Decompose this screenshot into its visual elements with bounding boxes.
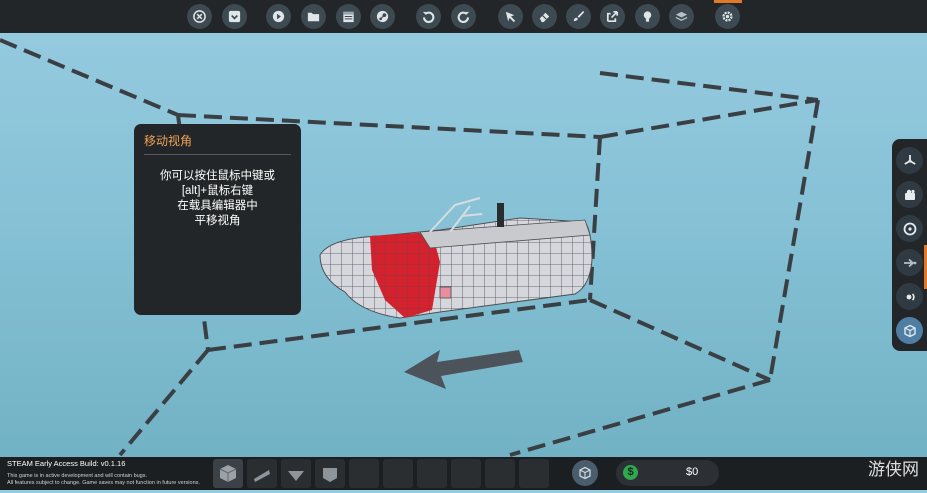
part-slot-9[interactable] [485,459,515,488]
play-icon[interactable] [266,4,291,29]
tooltip-divider [144,154,291,155]
dev-notice-line-2: All features subject to change. Game sav… [7,480,200,486]
tooltip-line-4: 平移视角 [194,215,241,227]
top-toolbar [0,0,927,33]
part-slot-1[interactable] [213,459,243,488]
redo-icon[interactable] [451,4,476,29]
sound-icon[interactable] [896,283,923,310]
inbox-icon[interactable] [222,4,247,29]
money-display: $ $0 [616,460,719,486]
watermark: 游侠网 [868,460,919,480]
steam-icon[interactable] [370,4,395,29]
undo-icon[interactable] [416,4,441,29]
dev-notice: This game is in active development and w… [7,473,200,487]
part-slot-7[interactable] [417,459,447,488]
part-slot-10[interactable] [519,459,549,488]
cursor-icon[interactable] [498,4,523,29]
target-icon[interactable] [896,215,923,242]
folder-icon[interactable] [301,4,326,29]
boat-model[interactable] [319,197,593,319]
active-tab-indicator [714,0,742,3]
money-icon: $ [623,465,638,480]
move-view-tooltip: 移动视角 你可以按住鼠标中键或 [alt]+鼠标右键 在载具编辑器中 平移视角 [134,124,301,315]
part-slot-2[interactable] [247,459,277,488]
camera-icon[interactable] [896,181,923,208]
part-slot-5[interactable] [349,459,379,488]
transform-icon[interactable] [600,4,625,29]
part-slot-4[interactable] [315,459,345,488]
bulb-icon[interactable] [635,4,660,29]
money-value: $0 [686,466,699,478]
dev-notice-line-1: This game is in active development and w… [7,473,148,479]
build-version-label: STEAM Early Access Build: v0.1.16 [7,459,126,468]
paint-icon[interactable] [566,4,591,29]
part-slot-3[interactable] [281,459,311,488]
inventory-cube-button[interactable] [572,460,598,486]
tooltip-line-3: 在载具编辑器中 [177,200,258,212]
tooltip-line-2: [alt]+鼠标右键 [181,185,254,197]
layers-icon[interactable] [669,4,694,29]
cube-icon[interactable] [896,317,923,344]
tooltip-title: 移动视角 [144,134,193,148]
arrow-icon[interactable] [896,249,923,276]
eraser-icon[interactable] [532,4,557,29]
fan-icon[interactable] [896,147,923,174]
right-tool-panel [892,139,927,351]
tooltip-line-1: 你可以按住鼠标中键或 [160,170,275,182]
close-icon[interactable] [187,4,212,29]
part-slot-6[interactable] [383,459,413,488]
gear-icon[interactable] [715,4,740,29]
move-direction-arrow [404,350,523,389]
part-slot-8[interactable] [451,459,481,488]
calendar-icon[interactable] [336,4,361,29]
